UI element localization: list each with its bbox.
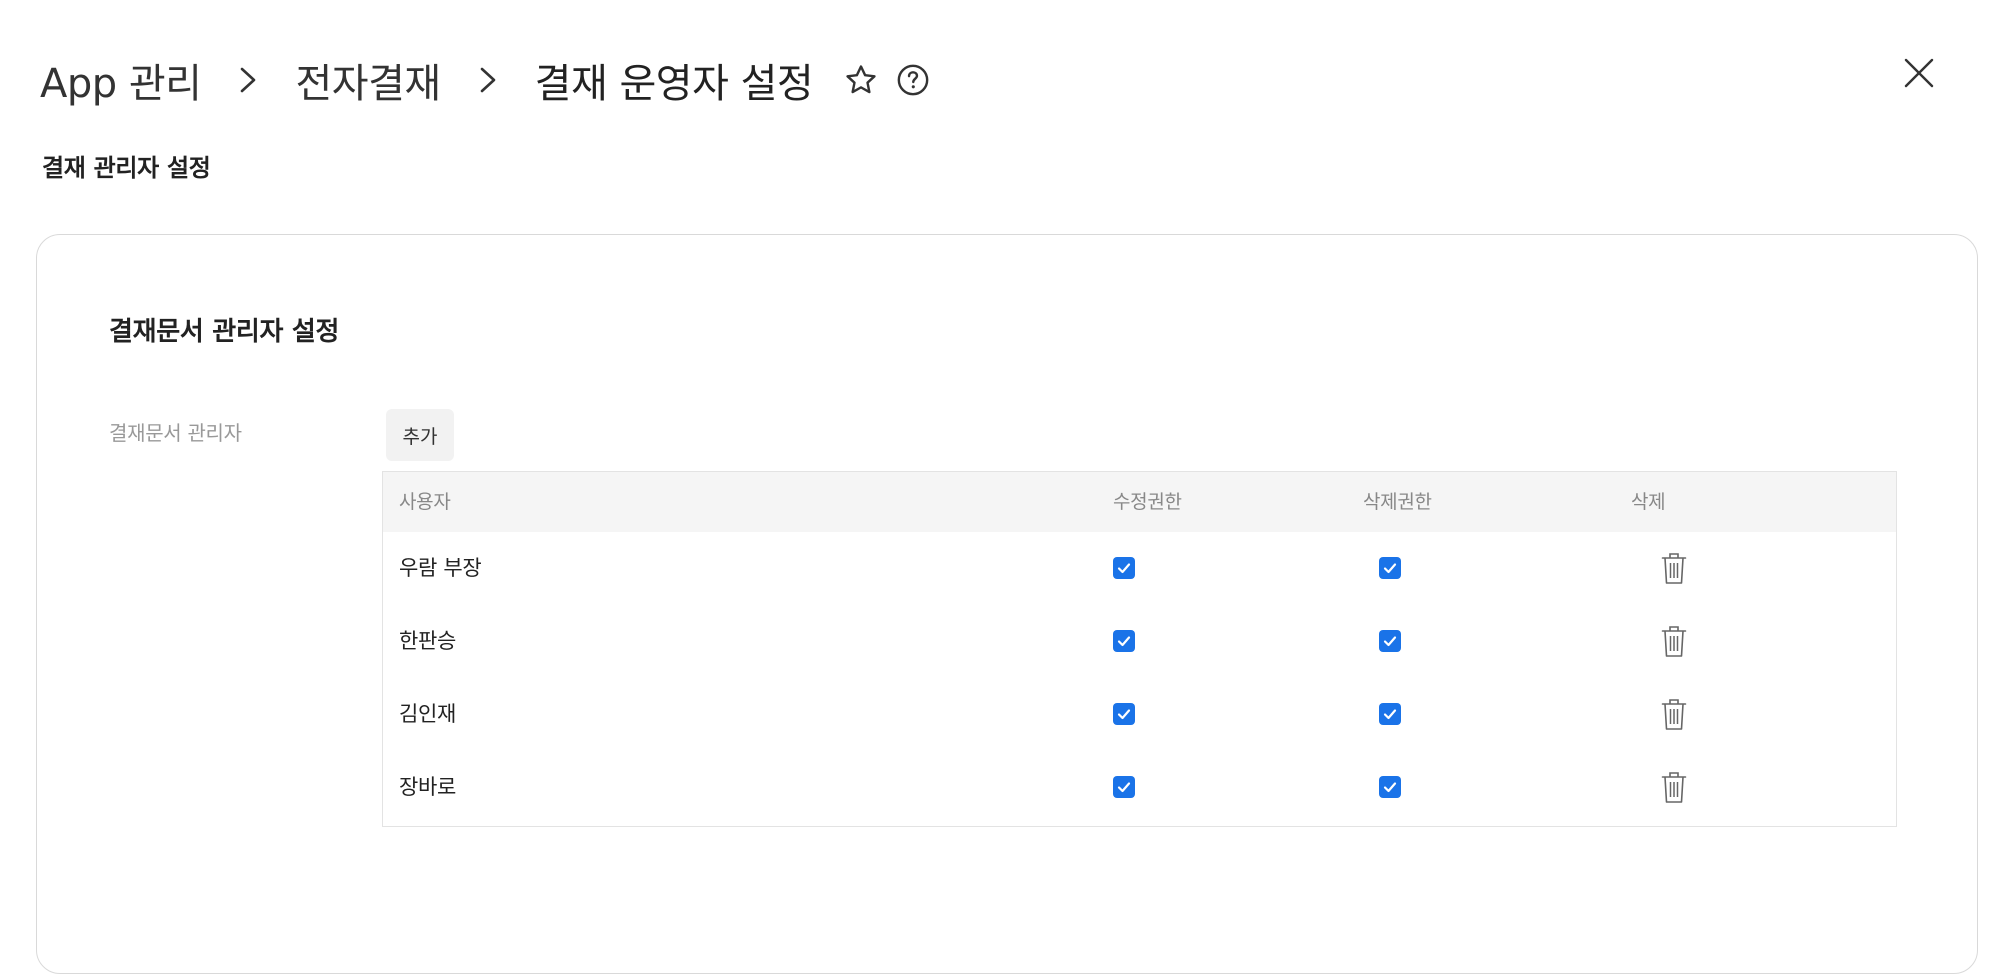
table-header: 사용자 수정권한 삭제권한 삭제 [383, 472, 1896, 532]
admin-table: 사용자 수정권한 삭제권한 삭제 우람 부장 한판승 김인재 장바로 [382, 471, 1897, 827]
edit-permission-checkbox[interactable] [1113, 557, 1135, 579]
checkmark-icon [1117, 782, 1131, 793]
chevron-right-icon [471, 65, 505, 95]
settings-card: 결재문서 관리자 설정 결재문서 관리자 추가 사용자 수정권한 삭제권한 삭제… [36, 234, 1978, 974]
card-title: 결재문서 관리자 설정 [109, 317, 340, 347]
edit-permission-checkbox[interactable] [1113, 630, 1135, 652]
checkmark-icon [1383, 636, 1397, 647]
table-row: 한판승 [383, 605, 1896, 678]
edit-permission-checkbox[interactable] [1113, 703, 1135, 725]
checkmark-icon [1117, 636, 1131, 647]
trash-icon[interactable] [1659, 550, 1689, 586]
checkmark-icon [1383, 563, 1397, 574]
delete-permission-checkbox[interactable] [1379, 557, 1401, 579]
add-admin-button[interactable]: 추가 [386, 409, 454, 461]
page-title: 결재 운영자 설정 [534, 61, 814, 107]
close-icon[interactable] [1898, 52, 1940, 94]
chevron-right-icon [231, 65, 265, 95]
breadcrumb: App 관리 전자결재 결재 운영자 설정 [40, 52, 933, 108]
question-circle-icon[interactable] [893, 60, 933, 100]
star-outline-icon[interactable] [841, 60, 881, 100]
breadcrumb-item-approval[interactable]: 전자결재 [295, 51, 441, 109]
trash-icon[interactable] [1659, 696, 1689, 732]
edit-permission-checkbox[interactable] [1113, 776, 1135, 798]
column-header-user: 사용자 [399, 491, 451, 513]
table-row: 장바로 [383, 751, 1896, 824]
checkmark-icon [1117, 709, 1131, 720]
delete-permission-checkbox[interactable] [1379, 703, 1401, 725]
user-name: 김인재 [399, 702, 457, 726]
user-name: 우람 부장 [399, 556, 482, 580]
checkmark-icon [1383, 782, 1397, 793]
trash-icon[interactable] [1659, 769, 1689, 805]
column-header-delete: 삭제 [1631, 491, 1666, 513]
trash-icon[interactable] [1659, 623, 1689, 659]
breadcrumb-item-app-admin[interactable]: App 관리 [40, 51, 202, 109]
checkmark-icon [1117, 563, 1131, 574]
table-row: 우람 부장 [383, 532, 1896, 605]
checkmark-icon [1383, 709, 1397, 720]
delete-permission-checkbox[interactable] [1379, 630, 1401, 652]
section-title: 결재 관리자 설정 [42, 154, 211, 182]
user-name: 장바로 [399, 775, 457, 799]
field-label-admin: 결재문서 관리자 [109, 421, 242, 445]
user-name: 한판승 [399, 629, 457, 653]
delete-permission-checkbox[interactable] [1379, 776, 1401, 798]
column-header-delete-permission: 삭제권한 [1363, 491, 1432, 513]
table-row: 김인재 [383, 678, 1896, 751]
column-header-edit-permission: 수정권한 [1113, 491, 1182, 513]
